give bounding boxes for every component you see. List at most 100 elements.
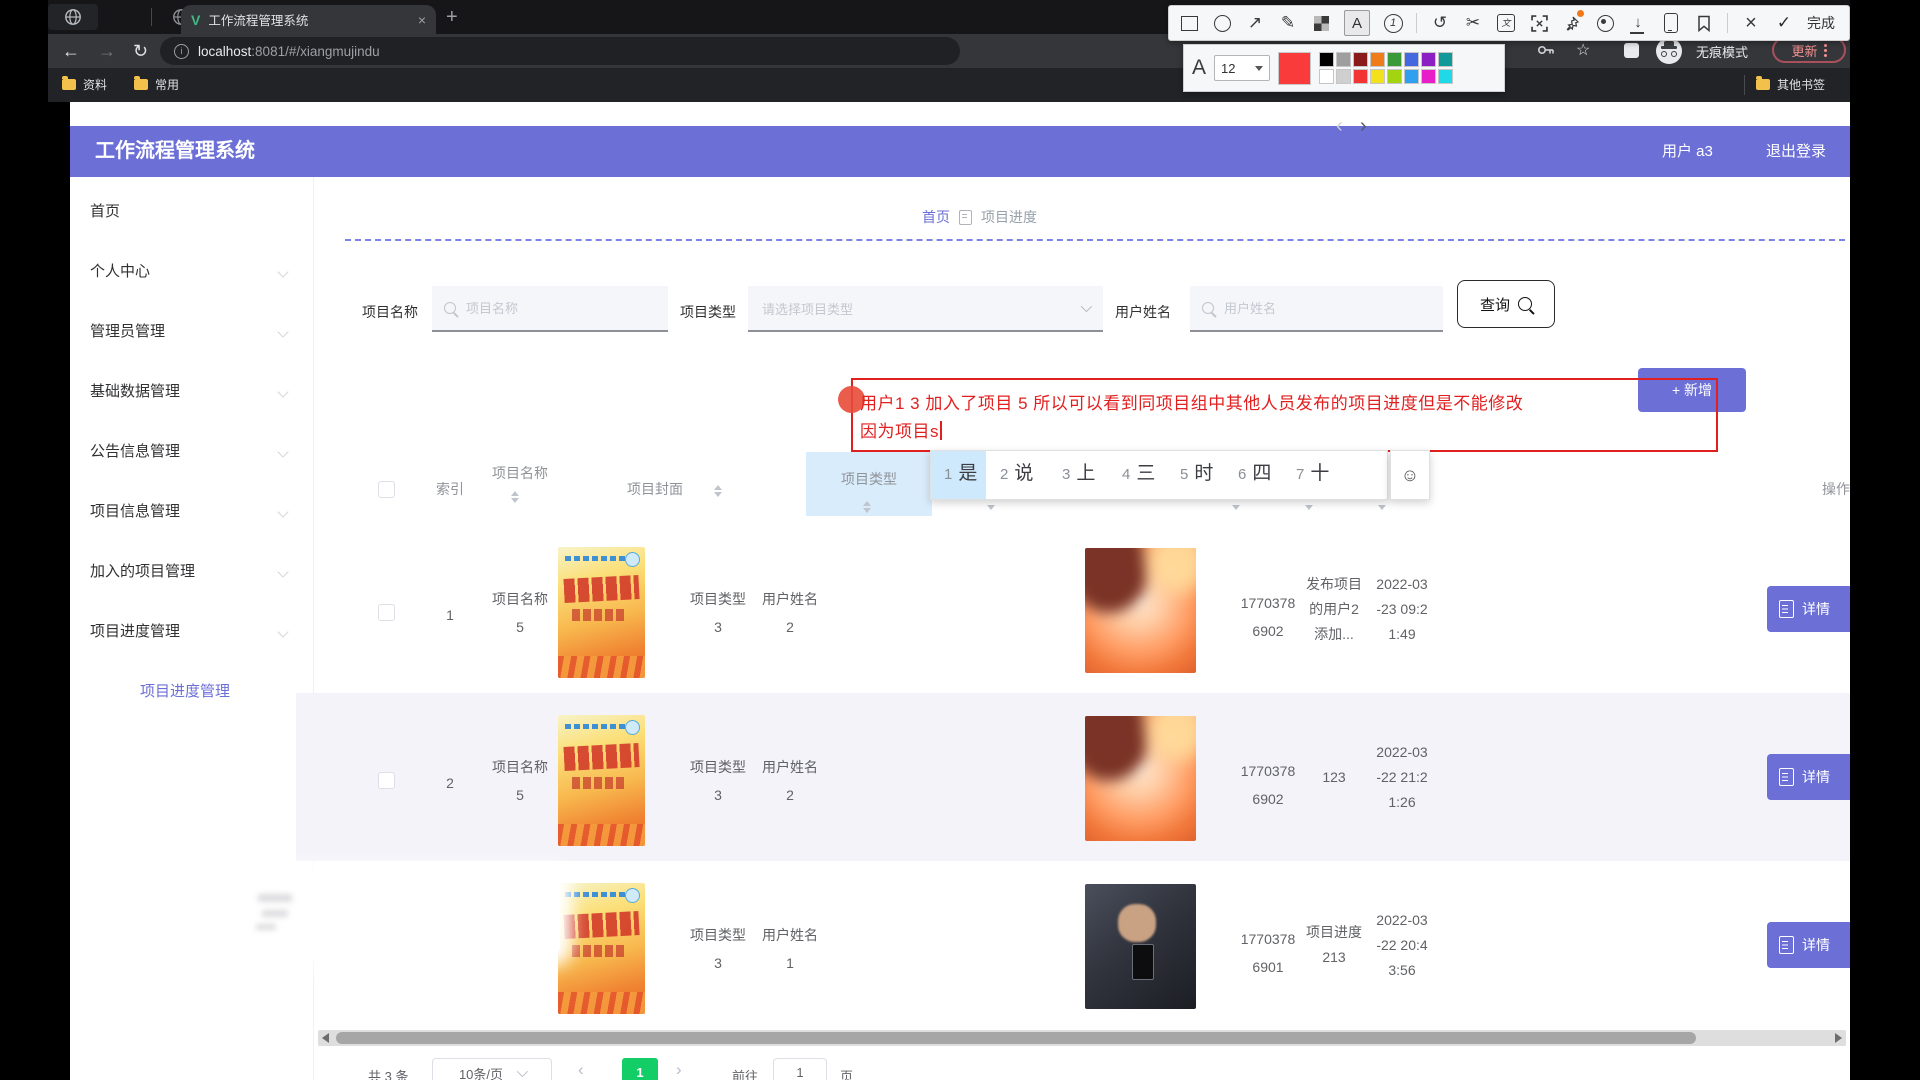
new-tab-button[interactable]: + (446, 4, 458, 30)
bookmark-item-changyong[interactable]: 常用 (134, 76, 179, 93)
table-row[interactable]: 2 项目名称5 项目类型3 用户姓名2 17703786902 123 2022… (296, 693, 1850, 861)
mosaic-tool-icon[interactable] (1311, 12, 1331, 34)
cancel-icon[interactable]: × (1741, 12, 1761, 34)
bookmark-item-ziliao[interactable]: 资料 (62, 76, 107, 93)
sidebar-item-project-info-mgmt[interactable]: 项目信息管理 (70, 482, 313, 542)
pen-tool-icon[interactable]: ✎ (1278, 12, 1298, 34)
current-page-button[interactable]: 1 (622, 1058, 658, 1080)
pinned-tab-1[interactable] (48, 4, 98, 30)
palette-color[interactable] (1353, 52, 1368, 67)
goto-page-input[interactable]: 1 (773, 1058, 827, 1080)
translate-icon[interactable]: 文 (1496, 12, 1516, 34)
reload-icon[interactable]: ↻ (133, 38, 148, 64)
confirm-icon[interactable]: ✓ (1774, 12, 1794, 34)
sidebar-item-personal-center[interactable]: 个人中心 (70, 242, 313, 302)
fullscreen-icon[interactable] (1529, 12, 1549, 34)
current-color-swatch[interactable] (1278, 52, 1311, 85)
download-icon[interactable]: ↓ (1628, 12, 1648, 34)
sort-icons[interactable] (863, 501, 871, 513)
step-number-tool-icon[interactable]: 1 (1383, 12, 1403, 34)
cut-icon[interactable]: ✂ (1463, 12, 1483, 34)
prev-page-button[interactable]: ‹ (578, 1060, 584, 1080)
palette-color[interactable] (1387, 52, 1402, 67)
row-check box[interactable] (378, 772, 395, 792)
scrollbar-thumb[interactable] (336, 1032, 1696, 1044)
ime-candidate-4[interactable]: 4三 (1122, 450, 1155, 498)
palette-color[interactable] (1370, 69, 1385, 84)
page-size-select[interactable]: 10条/页 (432, 1058, 552, 1080)
ime-candidate-6[interactable]: 6四 (1238, 450, 1271, 498)
next-page-button[interactable]: › (676, 1060, 682, 1080)
sidebar-item-joined-project-mgmt[interactable]: 加入的项目管理 (70, 542, 313, 602)
palette-color[interactable] (1438, 69, 1453, 84)
bookmark-star-icon[interactable]: ☆ (1576, 38, 1590, 64)
sort-icons[interactable] (511, 491, 519, 503)
back-icon[interactable]: ← (62, 38, 80, 64)
user-name-input[interactable] (1222, 300, 1431, 317)
palette-color[interactable] (1336, 69, 1351, 84)
palette-color[interactable] (1404, 52, 1419, 67)
palette-color[interactable] (1387, 69, 1402, 84)
key-icon[interactable] (1537, 43, 1555, 57)
palette-color[interactable] (1319, 52, 1334, 67)
ime-candidate-1[interactable]: 1是 (944, 450, 977, 498)
url-bar[interactable]: i localhost:8081/#/xiangmujindu (160, 37, 960, 65)
sidebar-item-project-progress-mgmt[interactable]: 项目进度管理 (70, 602, 313, 662)
ime-candidate-2[interactable]: 2说 (1000, 450, 1033, 498)
palette-color[interactable] (1353, 69, 1368, 84)
text-tool-icon-active[interactable]: A (1344, 10, 1370, 36)
col-header-name[interactable]: 项目名称 (465, 463, 575, 483)
bookmark-flag-icon[interactable] (1694, 12, 1714, 34)
sort-icons[interactable] (714, 485, 722, 497)
palette-color[interactable] (1336, 52, 1351, 67)
palette-color[interactable] (1421, 52, 1436, 67)
logout-link[interactable]: 退出登录 (1766, 126, 1826, 177)
table-row[interactable]: 1 项目名称5 项目类型3 用户姓名2 17703786902 发布项目的用户2… (296, 525, 1850, 693)
sidebar-item-admin-mgmt[interactable]: 管理员管理 (70, 302, 313, 362)
sidebar-subitem-project-progress-mgmt-active[interactable]: 项目进度管理 (70, 662, 313, 722)
url-text[interactable]: localhost:8081/#/xiangmujindu (198, 44, 380, 59)
incognito-avatar-icon[interactable] (1656, 38, 1682, 64)
ime-candidate-7[interactable]: 7十 (1296, 450, 1329, 498)
active-tab[interactable]: V 工作流程管理系统 × (181, 5, 436, 34)
scroll-left-icon[interactable] (322, 1033, 329, 1043)
browser-menu-icon[interactable] (1824, 44, 1827, 57)
page-info-icon[interactable]: i (174, 44, 189, 59)
sidebar-item-home[interactable]: 首页 (70, 182, 313, 242)
rect-tool-icon[interactable] (1179, 12, 1199, 34)
phone-mirror-icon[interactable] (1661, 12, 1681, 34)
col-header-type[interactable]: 项目类型 (806, 469, 932, 489)
undo-icon[interactable]: ↺ (1430, 12, 1450, 34)
select-all-checkbox[interactable] (378, 481, 395, 501)
palette-color[interactable] (1421, 69, 1436, 84)
record-icon[interactable] (1595, 12, 1615, 34)
horizontal-scrollbar[interactable] (318, 1030, 1846, 1046)
scroll-right-icon[interactable] (1835, 1033, 1842, 1043)
palette-color[interactable] (1438, 52, 1453, 67)
font-size-select[interactable]: 12 (1214, 55, 1270, 81)
sidebar-item-notice-mgmt[interactable]: 公告信息管理 (70, 422, 313, 482)
project-type-select[interactable]: 请选择项目类型 (748, 286, 1103, 332)
extension-icon[interactable] (1624, 43, 1639, 58)
forward-icon[interactable]: → (98, 38, 116, 64)
query-button[interactable]: 查询 (1457, 280, 1555, 328)
palette-color[interactable] (1370, 52, 1385, 67)
col-header-cover[interactable]: 项目封面 (600, 479, 710, 499)
ime-next-icon[interactable]: › (1360, 102, 1367, 150)
project-name-input[interactable] (464, 300, 656, 317)
sidebar-item-base-data-mgmt[interactable]: 基础数据管理 (70, 362, 313, 422)
detail-button[interactable]: 详情 (1767, 754, 1855, 800)
ime-candidate-5[interactable]: 5时 (1180, 450, 1213, 498)
ellipse-tool-icon[interactable] (1212, 12, 1232, 34)
arrow-tool-icon[interactable]: ↗ (1245, 12, 1265, 34)
bookmark-other-folder[interactable]: 其他书签 (1756, 76, 1825, 93)
breadcrumb-home-link[interactable]: 首页 (922, 207, 950, 227)
palette-color[interactable] (1404, 69, 1419, 84)
ime-prev-icon[interactable]: ‹ (1336, 102, 1343, 150)
tab-close-icon[interactable]: × (418, 12, 426, 28)
ime-candidate-3[interactable]: 3上 (1062, 450, 1095, 498)
pin-icon[interactable] (1562, 12, 1582, 34)
done-label[interactable]: 完成 (1807, 13, 1835, 33)
detail-button[interactable]: 详情 (1767, 922, 1855, 968)
detail-button[interactable]: 详情 (1767, 586, 1855, 632)
